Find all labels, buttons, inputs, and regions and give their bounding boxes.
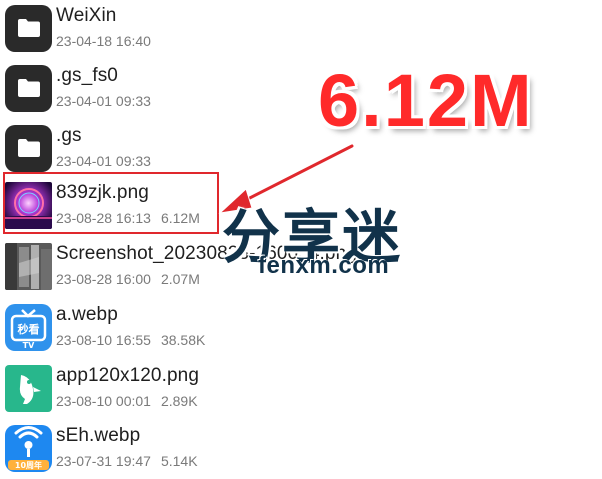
watermark-url: fenxm.com [258,252,390,279]
size-annotation: 6.12M [318,59,534,142]
